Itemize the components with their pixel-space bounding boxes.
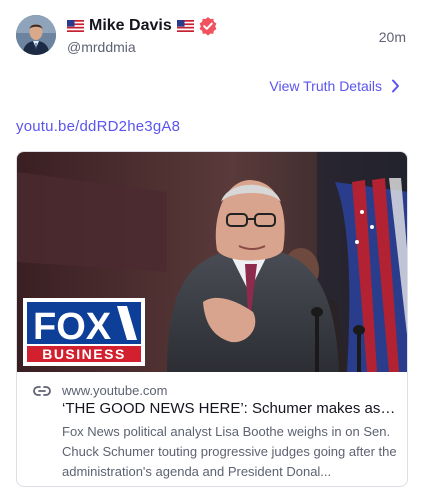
author-name-row[interactable]: Mike Davis bbox=[67, 16, 218, 36]
link-icon bbox=[33, 386, 51, 396]
post-header: Mike Davis @mrddmia 20m bbox=[16, 15, 408, 59]
view-truth-details-label: View Truth Details bbox=[269, 78, 382, 94]
fox-business-logo: FOX BUSINESS bbox=[23, 298, 145, 366]
preview-domain: www.youtube.com bbox=[62, 383, 168, 398]
verified-badge-icon bbox=[199, 17, 217, 36]
preview-thumbnail: FOX BUSINESS bbox=[17, 152, 407, 372]
preview-description: Fox News political analyst Lisa Boothe w… bbox=[62, 424, 397, 479]
post-time[interactable]: 20m bbox=[379, 29, 406, 45]
author-name[interactable]: Mike Davis bbox=[89, 17, 172, 35]
view-truth-details-link[interactable]: View Truth Details bbox=[269, 78, 400, 94]
link-preview-card[interactable]: FOX BUSINESS www.youtube.com ‘THE GOOD N… bbox=[16, 151, 408, 487]
author-handle[interactable]: @mrddmia bbox=[67, 39, 136, 55]
post-url-link[interactable]: youtu.be/ddRD2he3gA8 bbox=[16, 118, 180, 135]
us-flag-icon bbox=[67, 20, 84, 32]
chevron-right-icon bbox=[392, 79, 399, 93]
preview-meta: www.youtube.com ‘THE GOOD NEWS HERE’: Sc… bbox=[17, 372, 407, 486]
preview-title[interactable]: ‘THE GOOD NEWS HERE’: Schumer makes asto… bbox=[62, 400, 398, 417]
avatar[interactable] bbox=[16, 15, 56, 55]
fox-logo-text: FOX bbox=[33, 306, 112, 348]
us-flag-icon bbox=[176, 20, 194, 32]
business-logo-text: BUSINESS bbox=[42, 346, 126, 362]
